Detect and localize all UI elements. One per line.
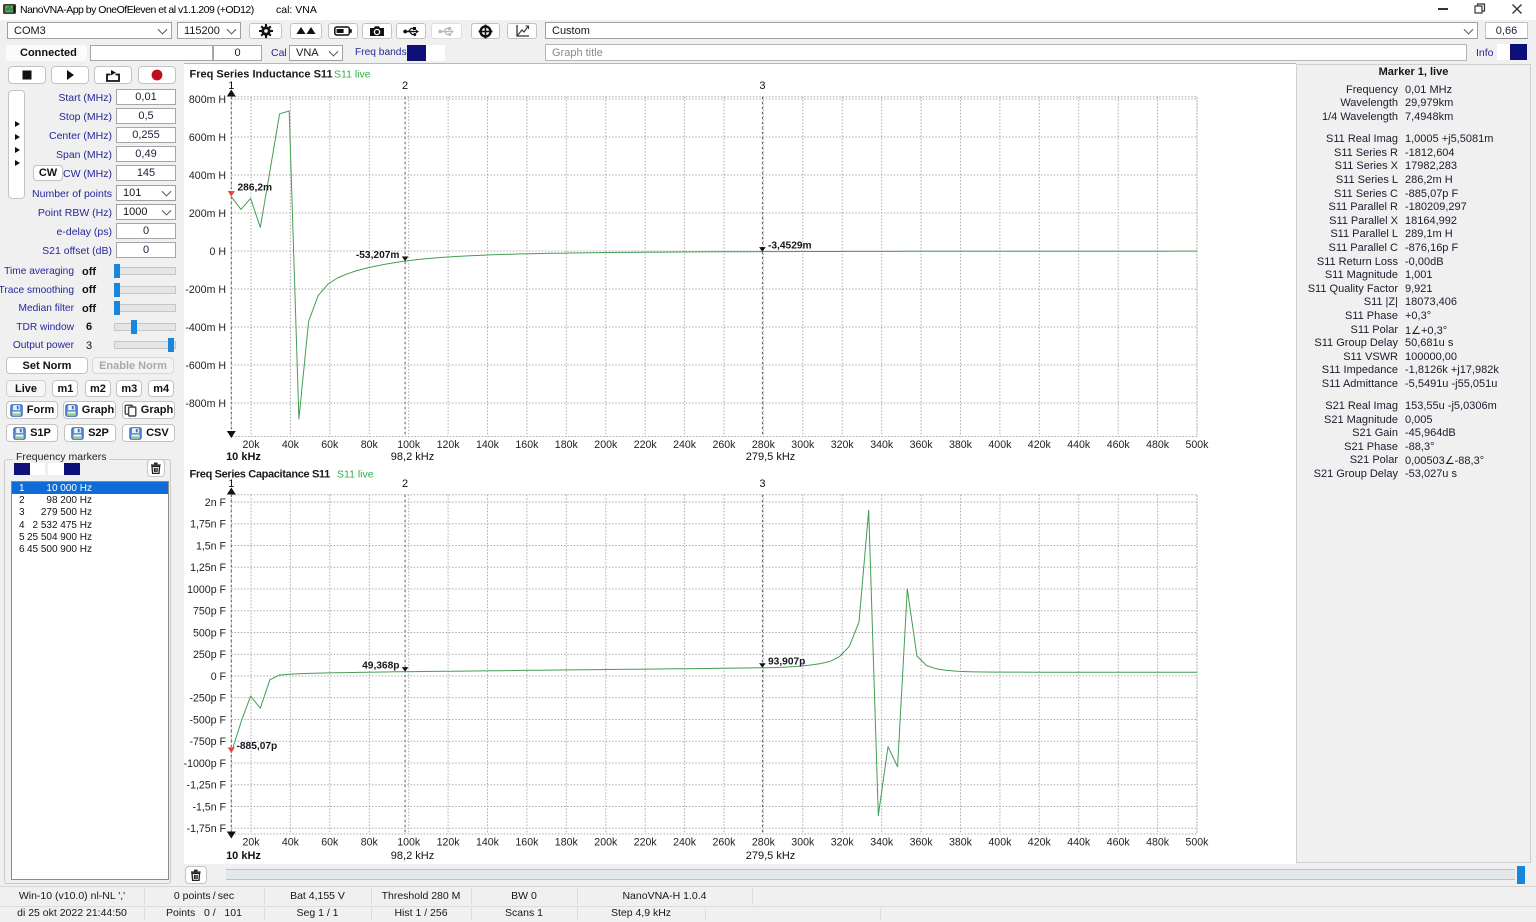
svg-text:600m H: 600m H	[189, 132, 226, 144]
svg-text:340k: 340k	[870, 837, 894, 849]
svg-text:20k: 20k	[242, 837, 260, 849]
svg-text:-750p F: -750p F	[189, 736, 226, 748]
svg-text:200m H: 200m H	[189, 208, 226, 220]
svg-text:400k: 400k	[988, 439, 1012, 451]
svg-text:80k: 80k	[361, 837, 379, 849]
svg-text:260k: 260k	[713, 439, 737, 451]
svg-text:360k: 360k	[910, 837, 934, 849]
svg-text:320k: 320k	[831, 439, 855, 451]
svg-text:S11 live: S11 live	[334, 69, 371, 81]
svg-text:220k: 220k	[634, 439, 658, 451]
svg-text:750p F: 750p F	[193, 606, 227, 618]
svg-text:279,5 kHz: 279,5 kHz	[746, 850, 796, 862]
svg-text:Freq Series Capacitance S11: Freq Series Capacitance S11	[190, 469, 331, 481]
svg-text:400m H: 400m H	[189, 170, 226, 182]
svg-text:260k: 260k	[713, 837, 737, 849]
svg-text:-885,07p: -885,07p	[237, 741, 278, 752]
svg-text:-1,25n F: -1,25n F	[187, 780, 227, 792]
svg-text:-3,4529m: -3,4529m	[768, 241, 812, 252]
svg-text:-800m H: -800m H	[185, 398, 226, 410]
svg-text:140k: 140k	[476, 837, 500, 849]
svg-text:300k: 300k	[791, 837, 815, 849]
svg-text:200k: 200k	[594, 439, 618, 451]
svg-text:220k: 220k	[634, 837, 658, 849]
svg-text:160k: 160k	[515, 439, 539, 451]
svg-text:460k: 460k	[1107, 837, 1131, 849]
svg-text:800m H: 800m H	[189, 94, 226, 106]
svg-text:360k: 360k	[910, 439, 934, 451]
svg-text:60k: 60k	[321, 439, 339, 451]
svg-text:180k: 180k	[555, 439, 579, 451]
svg-text:-600m H: -600m H	[185, 360, 226, 372]
svg-text:3: 3	[759, 80, 765, 92]
svg-text:240k: 240k	[673, 837, 697, 849]
svg-text:286,2m: 286,2m	[238, 182, 273, 193]
svg-text:300k: 300k	[791, 439, 815, 451]
svg-text:100k: 100k	[397, 439, 421, 451]
svg-text:3: 3	[759, 478, 765, 490]
svg-text:480k: 480k	[1146, 837, 1170, 849]
svg-text:0 F: 0 F	[211, 671, 227, 683]
svg-text:S11 live: S11 live	[337, 469, 374, 481]
svg-text:500k: 500k	[1186, 837, 1210, 849]
svg-text:500k: 500k	[1186, 439, 1210, 451]
svg-text:1,25n F: 1,25n F	[190, 562, 226, 574]
svg-text:480k: 480k	[1146, 439, 1170, 451]
svg-text:-200m H: -200m H	[185, 284, 226, 296]
svg-text:60k: 60k	[321, 837, 339, 849]
svg-text:160k: 160k	[515, 837, 539, 849]
svg-text:120k: 120k	[437, 837, 461, 849]
svg-text:-1,5n F: -1,5n F	[192, 801, 226, 813]
svg-text:340k: 340k	[870, 439, 894, 451]
svg-text:460k: 460k	[1107, 439, 1131, 451]
svg-text:80k: 80k	[361, 439, 379, 451]
svg-text:200k: 200k	[594, 837, 618, 849]
svg-text:1,5n F: 1,5n F	[196, 540, 227, 552]
svg-text:1000p F: 1000p F	[187, 584, 226, 596]
svg-text:-250p F: -250p F	[189, 693, 226, 705]
svg-text:-1000p F: -1000p F	[184, 758, 227, 770]
svg-text:280k: 280k	[752, 439, 776, 451]
svg-text:-400m H: -400m H	[185, 322, 226, 334]
svg-text:10 kHz: 10 kHz	[226, 850, 261, 862]
svg-text:180k: 180k	[555, 837, 579, 849]
svg-text:280k: 280k	[752, 837, 776, 849]
svg-text:500p F: 500p F	[193, 627, 227, 639]
svg-text:440k: 440k	[1067, 439, 1091, 451]
svg-text:440k: 440k	[1067, 837, 1091, 849]
svg-text:2: 2	[402, 478, 408, 490]
svg-text:140k: 140k	[476, 439, 500, 451]
svg-text:380k: 380k	[949, 837, 973, 849]
svg-text:380k: 380k	[949, 439, 973, 451]
svg-text:2n F: 2n F	[205, 497, 227, 509]
svg-text:93,907p: 93,907p	[768, 657, 805, 668]
svg-text:-1,75n F: -1,75n F	[187, 823, 227, 835]
svg-text:100k: 100k	[397, 837, 421, 849]
svg-text:-53,207m: -53,207m	[356, 250, 400, 261]
svg-text:320k: 320k	[831, 837, 855, 849]
svg-text:420k: 420k	[1028, 439, 1052, 451]
svg-text:1,75n F: 1,75n F	[190, 519, 226, 531]
svg-text:-500p F: -500p F	[189, 714, 226, 726]
svg-text:49,368p: 49,368p	[362, 661, 399, 672]
svg-text:420k: 420k	[1028, 837, 1052, 849]
svg-text:120k: 120k	[437, 439, 461, 451]
svg-text:250p F: 250p F	[193, 649, 227, 661]
svg-text:Freq Series Inductance S11: Freq Series Inductance S11	[190, 69, 333, 81]
svg-text:98,2 kHz: 98,2 kHz	[391, 850, 434, 862]
svg-text:20k: 20k	[242, 439, 260, 451]
svg-text:400k: 400k	[988, 837, 1012, 849]
svg-text:40k: 40k	[282, 837, 300, 849]
svg-text:2: 2	[402, 80, 408, 92]
svg-text:40k: 40k	[282, 439, 300, 451]
svg-text:0 H: 0 H	[210, 246, 227, 258]
svg-text:240k: 240k	[673, 439, 697, 451]
